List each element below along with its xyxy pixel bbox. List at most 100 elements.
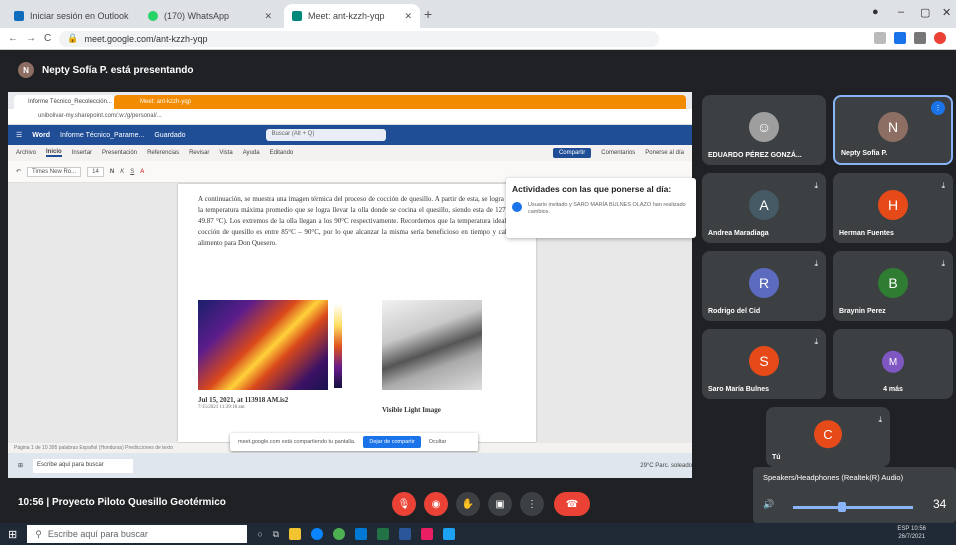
notification-body: Usuario invitado y SARO MARÍA BULNES OLA… [512, 202, 690, 216]
word-title-bar: ☰ Word Informe Técnico_Parame... Guardad… [8, 125, 692, 145]
more-options-button[interactable]: ⋮ [520, 492, 544, 516]
shared-screen: Informe Técnico_Recolección... Meet: ant… [8, 92, 696, 478]
more-participants-label: 4 más [883, 386, 903, 393]
thermal-image [198, 300, 328, 390]
tab-meet[interactable]: Meet: ant-kzzh-yqp ✕ [284, 4, 420, 28]
italic-icon: K [120, 168, 125, 175]
meet-icon [292, 11, 302, 21]
undo-icon: ↶ [16, 169, 22, 175]
menu-presentacion: Presentación [102, 150, 138, 156]
participant-name: Herman Fuentes [839, 230, 894, 237]
document-title: Informe Técnico_Parame... [60, 131, 145, 139]
camera-toggle-button[interactable]: ◉ [424, 492, 448, 516]
task-view-icon[interactable]: ⧉ [273, 529, 279, 540]
chrome-icon[interactable] [333, 528, 346, 540]
volume-slider-handle[interactable] [838, 502, 846, 512]
raise-hand-button[interactable]: ✋ [456, 492, 480, 516]
menu-referencias: Referencias [147, 150, 180, 156]
lock-icon: 🔒 [67, 33, 79, 43]
audio-device-name: Speakers/Headphones (Realtek(R) Audio) [763, 473, 904, 482]
shared-tab-bar: Informe Técnico_Recolección... Meet: ant… [8, 92, 692, 109]
taskbar-search[interactable]: ⚲ Escribe aquí para buscar [27, 525, 248, 543]
participant-tile[interactable]: ☺ EDUARDO PÉREZ GONZÁ... [702, 95, 826, 165]
taskbar-search-text: Escribe aquí para buscar [47, 529, 148, 539]
forward-icon[interactable]: → [26, 33, 36, 44]
end-call-button[interactable]: ☎ [554, 492, 590, 516]
present-button[interactable]: ▣ [488, 492, 512, 516]
word-icon[interactable] [399, 528, 412, 540]
participant-tile[interactable]: H ⤓ Herman Fuentes [833, 173, 953, 243]
outlook-icon [14, 11, 24, 21]
windows-start-icon[interactable]: ⊞ [8, 528, 17, 541]
saved-status: Guardado [154, 131, 186, 139]
edge-icon[interactable] [311, 528, 324, 540]
address-bar: ← → C 🔒 meet.google.com/ant-kzzh-yqp [0, 28, 956, 50]
store-icon[interactable] [443, 528, 456, 540]
system-clock[interactable]: ESP 10:56 26/7/2021 [897, 525, 926, 541]
maximize-button[interactable]: ▢ [920, 6, 930, 19]
meeting-time: 10:56 [18, 497, 44, 508]
mic-toggle-button[interactable]: 🎙 [392, 492, 416, 516]
cortana-icon[interactable]: ○ [257, 529, 262, 539]
document-page: A continuación, se muestra una imagen té… [178, 184, 536, 442]
word-menu-bar: Archivo Inicio Insertar Presentación Ref… [8, 145, 692, 161]
excel-icon[interactable] [377, 528, 390, 540]
participant-tile[interactable]: R ⤓ Rodrigo del Cid [702, 251, 826, 321]
puzzle-icon[interactable] [914, 32, 926, 44]
mic-muted-icon: ⤓ [941, 181, 945, 190]
word-search: Buscar (Alt + Q) [265, 129, 386, 141]
app-icon[interactable] [421, 528, 434, 540]
font-select: Times New Ro... [27, 166, 82, 177]
minimize-button[interactable]: – [898, 6, 904, 18]
menu-vista: Vista [219, 150, 233, 156]
notification-title: Actividades con las que ponerse al día: [512, 184, 672, 194]
shared-weather: 29°C Parc. soleado [640, 462, 692, 469]
profile-avatar[interactable] [934, 32, 946, 44]
visible-caption: Visible Light Image [382, 406, 441, 414]
participant-name: Rodrigo del Cid [708, 308, 761, 315]
close-icon[interactable]: ✕ [264, 11, 272, 22]
close-icon[interactable]: ✕ [404, 11, 412, 22]
self-tile[interactable]: C ⤓ Tú [766, 407, 890, 467]
file-explorer-icon[interactable] [289, 528, 302, 540]
participant-avatar: R [749, 268, 779, 298]
meeting-title: Proyecto Piloto Quesillo Geotérmico [51, 497, 226, 508]
windows-taskbar: ⊞ ⚲ Escribe aquí para buscar ○ ⧉ ESP 10:… [0, 523, 956, 545]
participant-name: EDUARDO PÉREZ GONZÁ... [708, 152, 802, 159]
url-text: meet.google.com/ant-kzzh-yqp [84, 33, 208, 44]
extension-icon[interactable] [894, 32, 906, 44]
new-tab-button[interactable]: + [424, 6, 432, 22]
participant-avatar: A [749, 190, 779, 220]
participant-tile-presenter[interactable]: N ⋮ Nepty Sofía P. [833, 95, 953, 165]
url-field[interactable]: 🔒 meet.google.com/ant-kzzh-yqp [59, 30, 660, 47]
close-window-button[interactable]: ✕ [942, 6, 951, 19]
participant-name: Andrea Maradiaga [708, 230, 769, 237]
shared-address: unibolivar-my.sharepoint.com/:w:/g/perso… [8, 109, 692, 125]
close-icon[interactable]: ✕ [135, 11, 136, 22]
participant-name: Braynin Perez [839, 308, 886, 315]
back-icon[interactable]: ← [8, 33, 18, 44]
shared-taskbar-search: Escribe aquí para buscar [33, 458, 134, 473]
reload-icon[interactable]: C [44, 33, 51, 44]
volume-value: 34 [933, 497, 947, 511]
taskbar-lang: ESP [897, 526, 910, 532]
stop-sharing-button: Dejar de compartir [363, 436, 421, 448]
participant-name: Saro María Bulnes [708, 386, 770, 393]
tab-whatsapp[interactable]: (170) WhatsApp ✕ [140, 4, 280, 28]
volume-slider[interactable] [793, 506, 913, 509]
tab-outlook[interactable]: Iniciar sesión en Outlook ✕ [6, 4, 136, 28]
participant-tile[interactable]: S ⤓ Saro María Bulnes [702, 329, 826, 399]
participant-tile-more[interactable]: M 4 más [833, 329, 953, 399]
mail-icon[interactable] [355, 528, 368, 540]
profile-icon[interactable]: ● [872, 6, 879, 18]
presenter-banner: N Nepty Sofía P. está presentando [18, 62, 194, 78]
catchup-button: Ponerse al día [645, 150, 684, 156]
shared-tab-meet: Meet: ant-kzzh-yqp [114, 95, 686, 109]
participant-tile[interactable]: A ⤓ Andrea Maradiaga [702, 173, 826, 243]
participant-photo: ☺ [749, 112, 779, 142]
menu-inicio: Inicio [46, 149, 62, 157]
speaker-icon: 🔊 [763, 499, 775, 509]
star-icon[interactable] [874, 32, 886, 44]
participant-tile[interactable]: B ⤓ Braynin Perez [833, 251, 953, 321]
windows-icon: ⊞ [18, 463, 24, 469]
